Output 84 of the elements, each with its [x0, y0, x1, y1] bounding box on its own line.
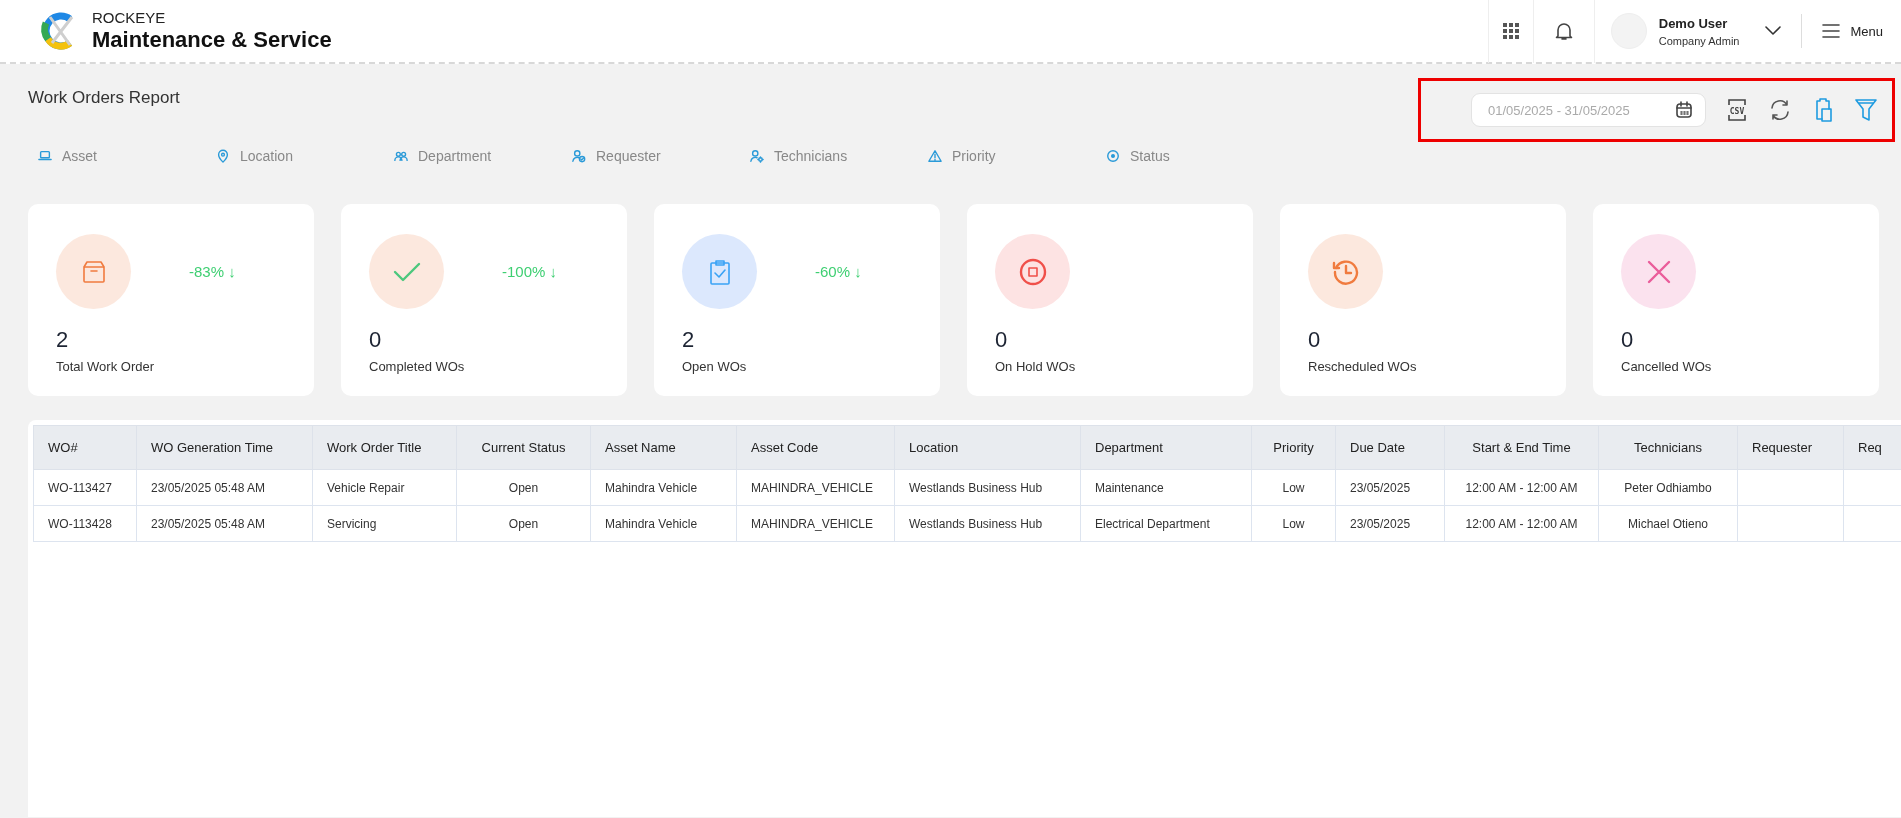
column-header: Department	[1080, 425, 1252, 470]
stat-label: On Hold WOs	[995, 359, 1077, 374]
table-cell: WO-113427	[33, 469, 137, 506]
table-cell: Mahindra Vehicle	[590, 505, 737, 542]
history-clock-icon	[1331, 257, 1360, 286]
stat-value: 0	[1308, 327, 1322, 353]
table-cell: 12:00 AM - 12:00 AM	[1444, 469, 1599, 506]
chevron-down-icon[interactable]	[1765, 26, 1782, 36]
table-cell: MAHINDRA_VEHICLE	[736, 505, 895, 542]
column-header: Req	[1843, 425, 1901, 470]
stat-label: Cancelled WOs	[1621, 359, 1713, 374]
brand-name: ROCKEYE	[92, 9, 167, 27]
stat-label: Completed WOs	[369, 359, 466, 374]
table-cell: 23/05/2025	[1335, 505, 1445, 542]
table-cell: Peter Odhiambo	[1598, 469, 1738, 506]
table-cell: 23/05/2025 05:48 AM	[136, 469, 313, 506]
stat-value: 2	[56, 327, 70, 353]
csv-export-button[interactable]: CSV	[1726, 98, 1748, 122]
change-percent: -83% ↓	[189, 263, 236, 280]
filter-tab[interactable]: Requester	[572, 148, 750, 164]
apps-grid-icon[interactable]	[1502, 23, 1519, 39]
stat-label: Open WOs	[682, 359, 748, 374]
column-header: Requester	[1737, 425, 1844, 470]
warning-icon	[928, 149, 942, 163]
table-cell: Open	[456, 505, 591, 542]
table-cell: Vehicle Repair	[312, 469, 457, 506]
table-cell: MAHINDRA_VEHICLE	[736, 469, 895, 506]
map-pin-icon	[216, 149, 230, 163]
people-icon	[394, 149, 408, 163]
change-percent: -60% ↓	[815, 263, 862, 280]
table-cell: Michael Otieno	[1598, 505, 1738, 542]
column-header: WO#	[33, 425, 137, 470]
filter-tab[interactable]: Asset	[38, 148, 216, 164]
table-cell: Westlands Business Hub	[894, 469, 1081, 506]
page-title: Work Orders Report	[28, 88, 180, 108]
table-cell: Low	[1251, 469, 1336, 506]
filter-tab[interactable]: Technicians	[750, 148, 928, 164]
person-gear-icon	[750, 149, 764, 163]
table-cell: Open	[456, 469, 591, 506]
column-header: Location	[894, 425, 1081, 470]
table-cell: WO-113428	[33, 505, 137, 542]
user-role: Company Admin	[1658, 34, 1740, 47]
stat-value: 2	[682, 327, 696, 353]
table-cell: Westlands Business Hub	[894, 505, 1081, 542]
date-range-field[interactable]: 01/05/2025 - 31/05/2025	[1471, 93, 1706, 127]
product-name: Maintenance & Service	[92, 27, 332, 53]
table-cell: 23/05/2025 05:48 AM	[136, 505, 313, 542]
stat-value: 0	[1621, 327, 1635, 353]
table-cell: Low	[1251, 505, 1336, 542]
calendar-icon	[1675, 101, 1693, 119]
column-header: Due Date	[1335, 425, 1445, 470]
stop-circle-icon	[1018, 257, 1047, 286]
table-cell: 23/05/2025	[1335, 469, 1445, 506]
filter-tab[interactable]: Department	[394, 148, 572, 164]
stat-label: Total Work Order	[56, 359, 155, 374]
table-cell: 12:00 AM - 12:00 AM	[1444, 505, 1599, 542]
column-header: Technicians	[1598, 425, 1738, 470]
stat-label: Rescheduled WOs	[1308, 359, 1418, 374]
column-header: Current Status	[456, 425, 591, 470]
notification-bell-icon[interactable]	[1554, 21, 1573, 41]
column-header: WO Generation Time	[136, 425, 313, 470]
column-header: Work Order Title	[312, 425, 457, 470]
hamburger-icon	[1822, 24, 1841, 38]
laptop-icon	[38, 149, 52, 163]
table-cell: Maintenance	[1080, 469, 1252, 506]
table-cell: Electrical Department	[1080, 505, 1252, 542]
column-header: Priority	[1251, 425, 1336, 470]
column-header: Start & End Time	[1444, 425, 1599, 470]
refresh-button[interactable]	[1768, 98, 1792, 122]
filter-tab[interactable]: Priority	[928, 148, 1106, 164]
filter-tab[interactable]: Status	[1106, 148, 1284, 164]
stat-value: 0	[369, 327, 383, 353]
filter-tab[interactable]: Location	[216, 148, 394, 164]
column-header: Asset Name	[590, 425, 737, 470]
table-cell: Mahindra Vehicle	[590, 469, 737, 506]
filter-button[interactable]	[1854, 97, 1878, 123]
menu-button[interactable]: Menu	[1802, 23, 1901, 39]
table-cell: Servicing	[312, 505, 457, 542]
stat-value: 0	[995, 327, 1009, 353]
change-percent: -100% ↓	[502, 263, 558, 280]
user-name: Demo User	[1658, 15, 1729, 31]
target-icon	[1106, 149, 1120, 163]
person-check-icon	[572, 149, 586, 163]
column-header: Asset Code	[736, 425, 895, 470]
